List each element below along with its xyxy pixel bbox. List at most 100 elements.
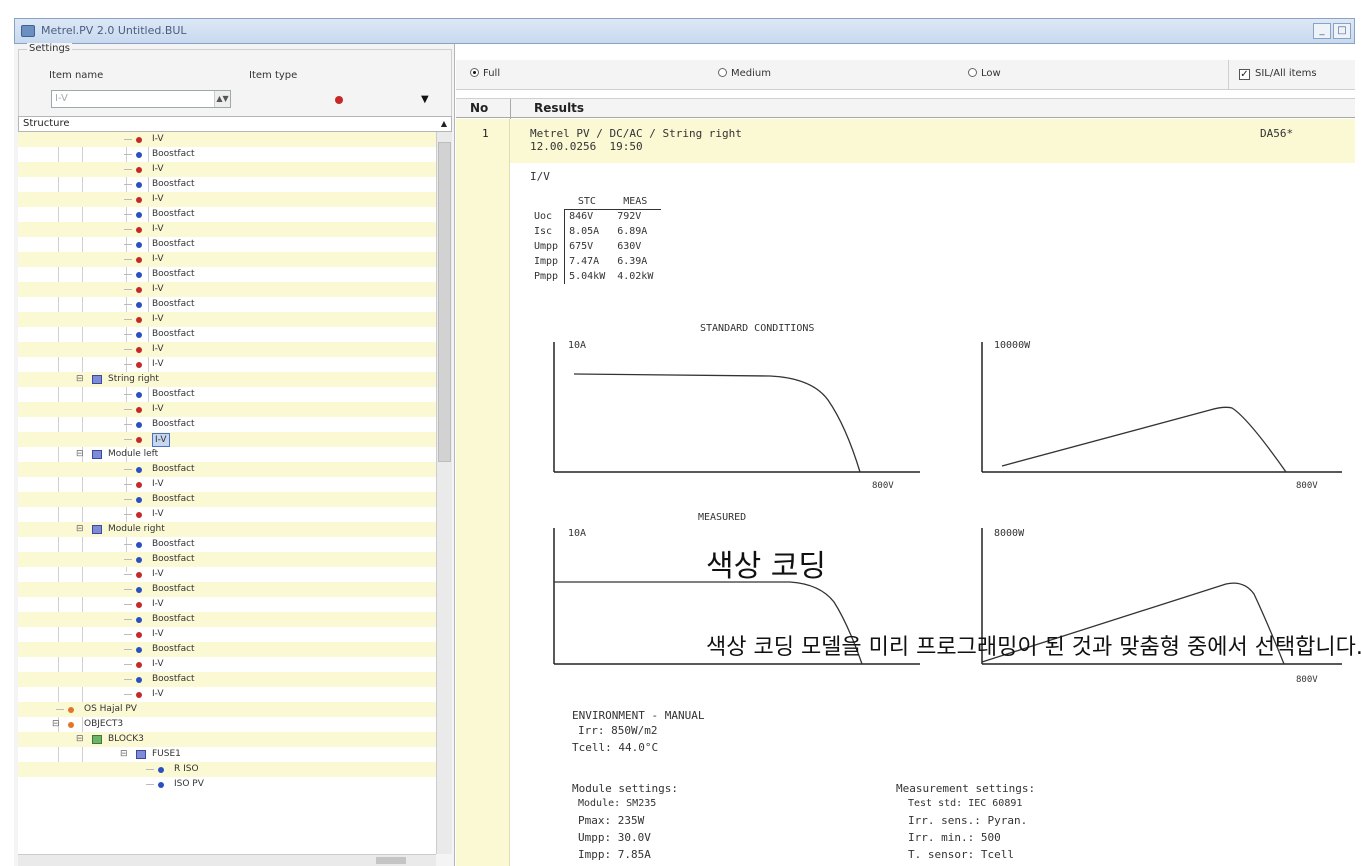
tree-item[interactable]: I-V: [18, 162, 436, 177]
tree-collapse-icon[interactable]: ⊟: [76, 447, 84, 462]
tree-item[interactable]: I-V: [18, 357, 436, 372]
tree-item[interactable]: ⊟ String right: [18, 372, 436, 387]
tree-item[interactable]: I-V: [18, 132, 436, 147]
tree-item-label: FUSE1: [152, 749, 181, 759]
folder-icon: [92, 375, 102, 384]
app-icon: [21, 25, 35, 37]
standard-conditions-title: STANDARD CONDITIONS: [700, 323, 815, 334]
tree-item[interactable]: I-V: [18, 657, 436, 672]
tree-item[interactable]: Boostfact: [18, 237, 436, 252]
radio-medium[interactable]: Medium: [718, 68, 771, 79]
tree-item[interactable]: I-V: [18, 507, 436, 522]
tree-item[interactable]: OS Hajal PV: [18, 702, 436, 717]
tree-connector: [56, 709, 64, 710]
tree-item[interactable]: Boostfact: [18, 207, 436, 222]
tree-item[interactable]: I-V: [18, 252, 436, 267]
column-header-meas: MEAS: [613, 194, 662, 210]
tree-item[interactable]: I-V: [18, 282, 436, 297]
tree-item[interactable]: Boostfact: [18, 267, 436, 282]
tree-item[interactable]: Boostfact: [18, 552, 436, 567]
tree-item-label: I-V: [152, 509, 164, 519]
tree-item-label: Boostfact: [152, 389, 195, 399]
tree-collapse-icon[interactable]: ⊟: [76, 732, 84, 747]
checkbox-checked-icon[interactable]: ✓: [1239, 69, 1250, 80]
tree-collapse-icon[interactable]: ⊟: [120, 747, 128, 762]
tree-item[interactable]: I-V: [18, 477, 436, 492]
tree-collapse-icon[interactable]: ⊟: [76, 372, 84, 387]
scrollbar-thumb[interactable]: [376, 857, 406, 864]
tree-item[interactable]: I-V: [18, 312, 436, 327]
tree-item[interactable]: Boostfact: [18, 177, 436, 192]
param-cell: Isc: [530, 224, 566, 239]
tree-connector: [124, 229, 132, 230]
tree-connector: [124, 649, 132, 650]
tree-item[interactable]: I-V: [18, 627, 436, 642]
result-title: Metrel PV / DC/AC / String right: [530, 127, 742, 140]
tree-item[interactable]: I-V: [18, 192, 436, 207]
tree-item[interactable]: I-V: [18, 342, 436, 357]
measurement-settings-title: Measurement settings:: [896, 782, 1036, 795]
scrollbar-thumb[interactable]: [438, 142, 451, 462]
structure-header[interactable]: Structure ▲: [18, 116, 452, 132]
all-items-checkbox[interactable]: ✓ SIL/All items: [1228, 60, 1355, 90]
tree-item[interactable]: Boostfact: [18, 387, 436, 402]
param-cell: Pmpp: [530, 269, 566, 284]
minimize-button[interactable]: _: [1313, 23, 1331, 39]
table-corner: [530, 194, 565, 209]
red-dot-icon: [136, 137, 142, 143]
tree-vertical-scrollbar[interactable]: [436, 132, 452, 854]
item-type-color-icon: [335, 96, 343, 104]
title-bar[interactable]: Metrel.PV 2.0 Untitled.BUL _ □: [14, 18, 1355, 44]
tree-item[interactable]: Boostfact: [18, 612, 436, 627]
tree-item[interactable]: Boostfact: [18, 417, 436, 432]
tree-item[interactable]: I-V: [18, 432, 436, 447]
tree-item[interactable]: I-V: [18, 597, 436, 612]
tree-connector: [124, 274, 132, 275]
blue-dot-icon: [136, 422, 142, 428]
tree-item[interactable]: Boostfact: [18, 462, 436, 477]
tree-item[interactable]: Boostfact: [18, 327, 436, 342]
tree-item[interactable]: I-V: [18, 222, 436, 237]
tree-item-label: I-V: [152, 194, 164, 204]
spin-icon[interactable]: ▲▼: [214, 91, 230, 107]
structure-panel: Settings Item name Item type I-V ▲▼ ▼ St…: [14, 43, 455, 866]
tree-item[interactable]: ⊟ Module right: [18, 522, 436, 537]
radio-low[interactable]: Low: [968, 68, 1001, 79]
tree-item[interactable]: I-V: [18, 402, 436, 417]
tree-item[interactable]: Boostfact: [18, 492, 436, 507]
tree-item[interactable]: ⊟ FUSE1: [18, 747, 436, 762]
tree-collapse-icon[interactable]: ⊟: [76, 522, 84, 537]
tree-connector: [124, 214, 132, 215]
tree-item[interactable]: Boostfact: [18, 537, 436, 552]
tree-item[interactable]: ⊟ BLOCK3: [18, 732, 436, 747]
radio-full[interactable]: Full: [470, 68, 500, 79]
tree-item[interactable]: Boostfact: [18, 582, 436, 597]
tree-item[interactable]: Boostfact: [18, 147, 436, 162]
tree-item[interactable]: ⊟ Module left: [18, 447, 436, 462]
tree-item[interactable]: I-V: [18, 687, 436, 702]
tree-item[interactable]: I-V: [18, 567, 436, 582]
tree-item[interactable]: ISO PV: [18, 777, 436, 792]
item-name-input[interactable]: I-V ▲▼: [51, 90, 231, 108]
tree-item[interactable]: Boostfact: [18, 297, 436, 312]
red-dot-icon: [136, 227, 142, 233]
item-type-dropdown-icon[interactable]: ▼: [421, 94, 429, 105]
tree-connector: [124, 409, 132, 410]
structure-tree[interactable]: I-V Boostfact I-V Boostfact I-V Boostfact I-V B…: [18, 132, 436, 854]
restore-button[interactable]: □: [1333, 23, 1351, 39]
tree-collapse-icon[interactable]: ⊟: [52, 717, 60, 732]
environment-irr: Irr: 850W/m2: [578, 724, 658, 737]
tree-item[interactable]: Boostfact: [18, 672, 436, 687]
blue-dot-icon: [136, 467, 142, 473]
tree-item-label: Boostfact: [152, 329, 195, 339]
red-dot-icon: [136, 512, 142, 518]
collapse-up-icon[interactable]: ▲: [441, 119, 447, 128]
tree-item[interactable]: Boostfact: [18, 642, 436, 657]
column-header-results[interactable]: Results: [534, 101, 584, 115]
column-header-no[interactable]: No: [470, 101, 488, 115]
tree-item[interactable]: R ISO: [18, 762, 436, 777]
tree-horizontal-scrollbar[interactable]: [18, 854, 436, 866]
environment-tcell: Tcell: 44.0°C: [572, 741, 659, 754]
tree-item[interactable]: ⊟ OBJECT3: [18, 717, 436, 732]
tree-item-label: OBJECT3: [84, 719, 124, 729]
